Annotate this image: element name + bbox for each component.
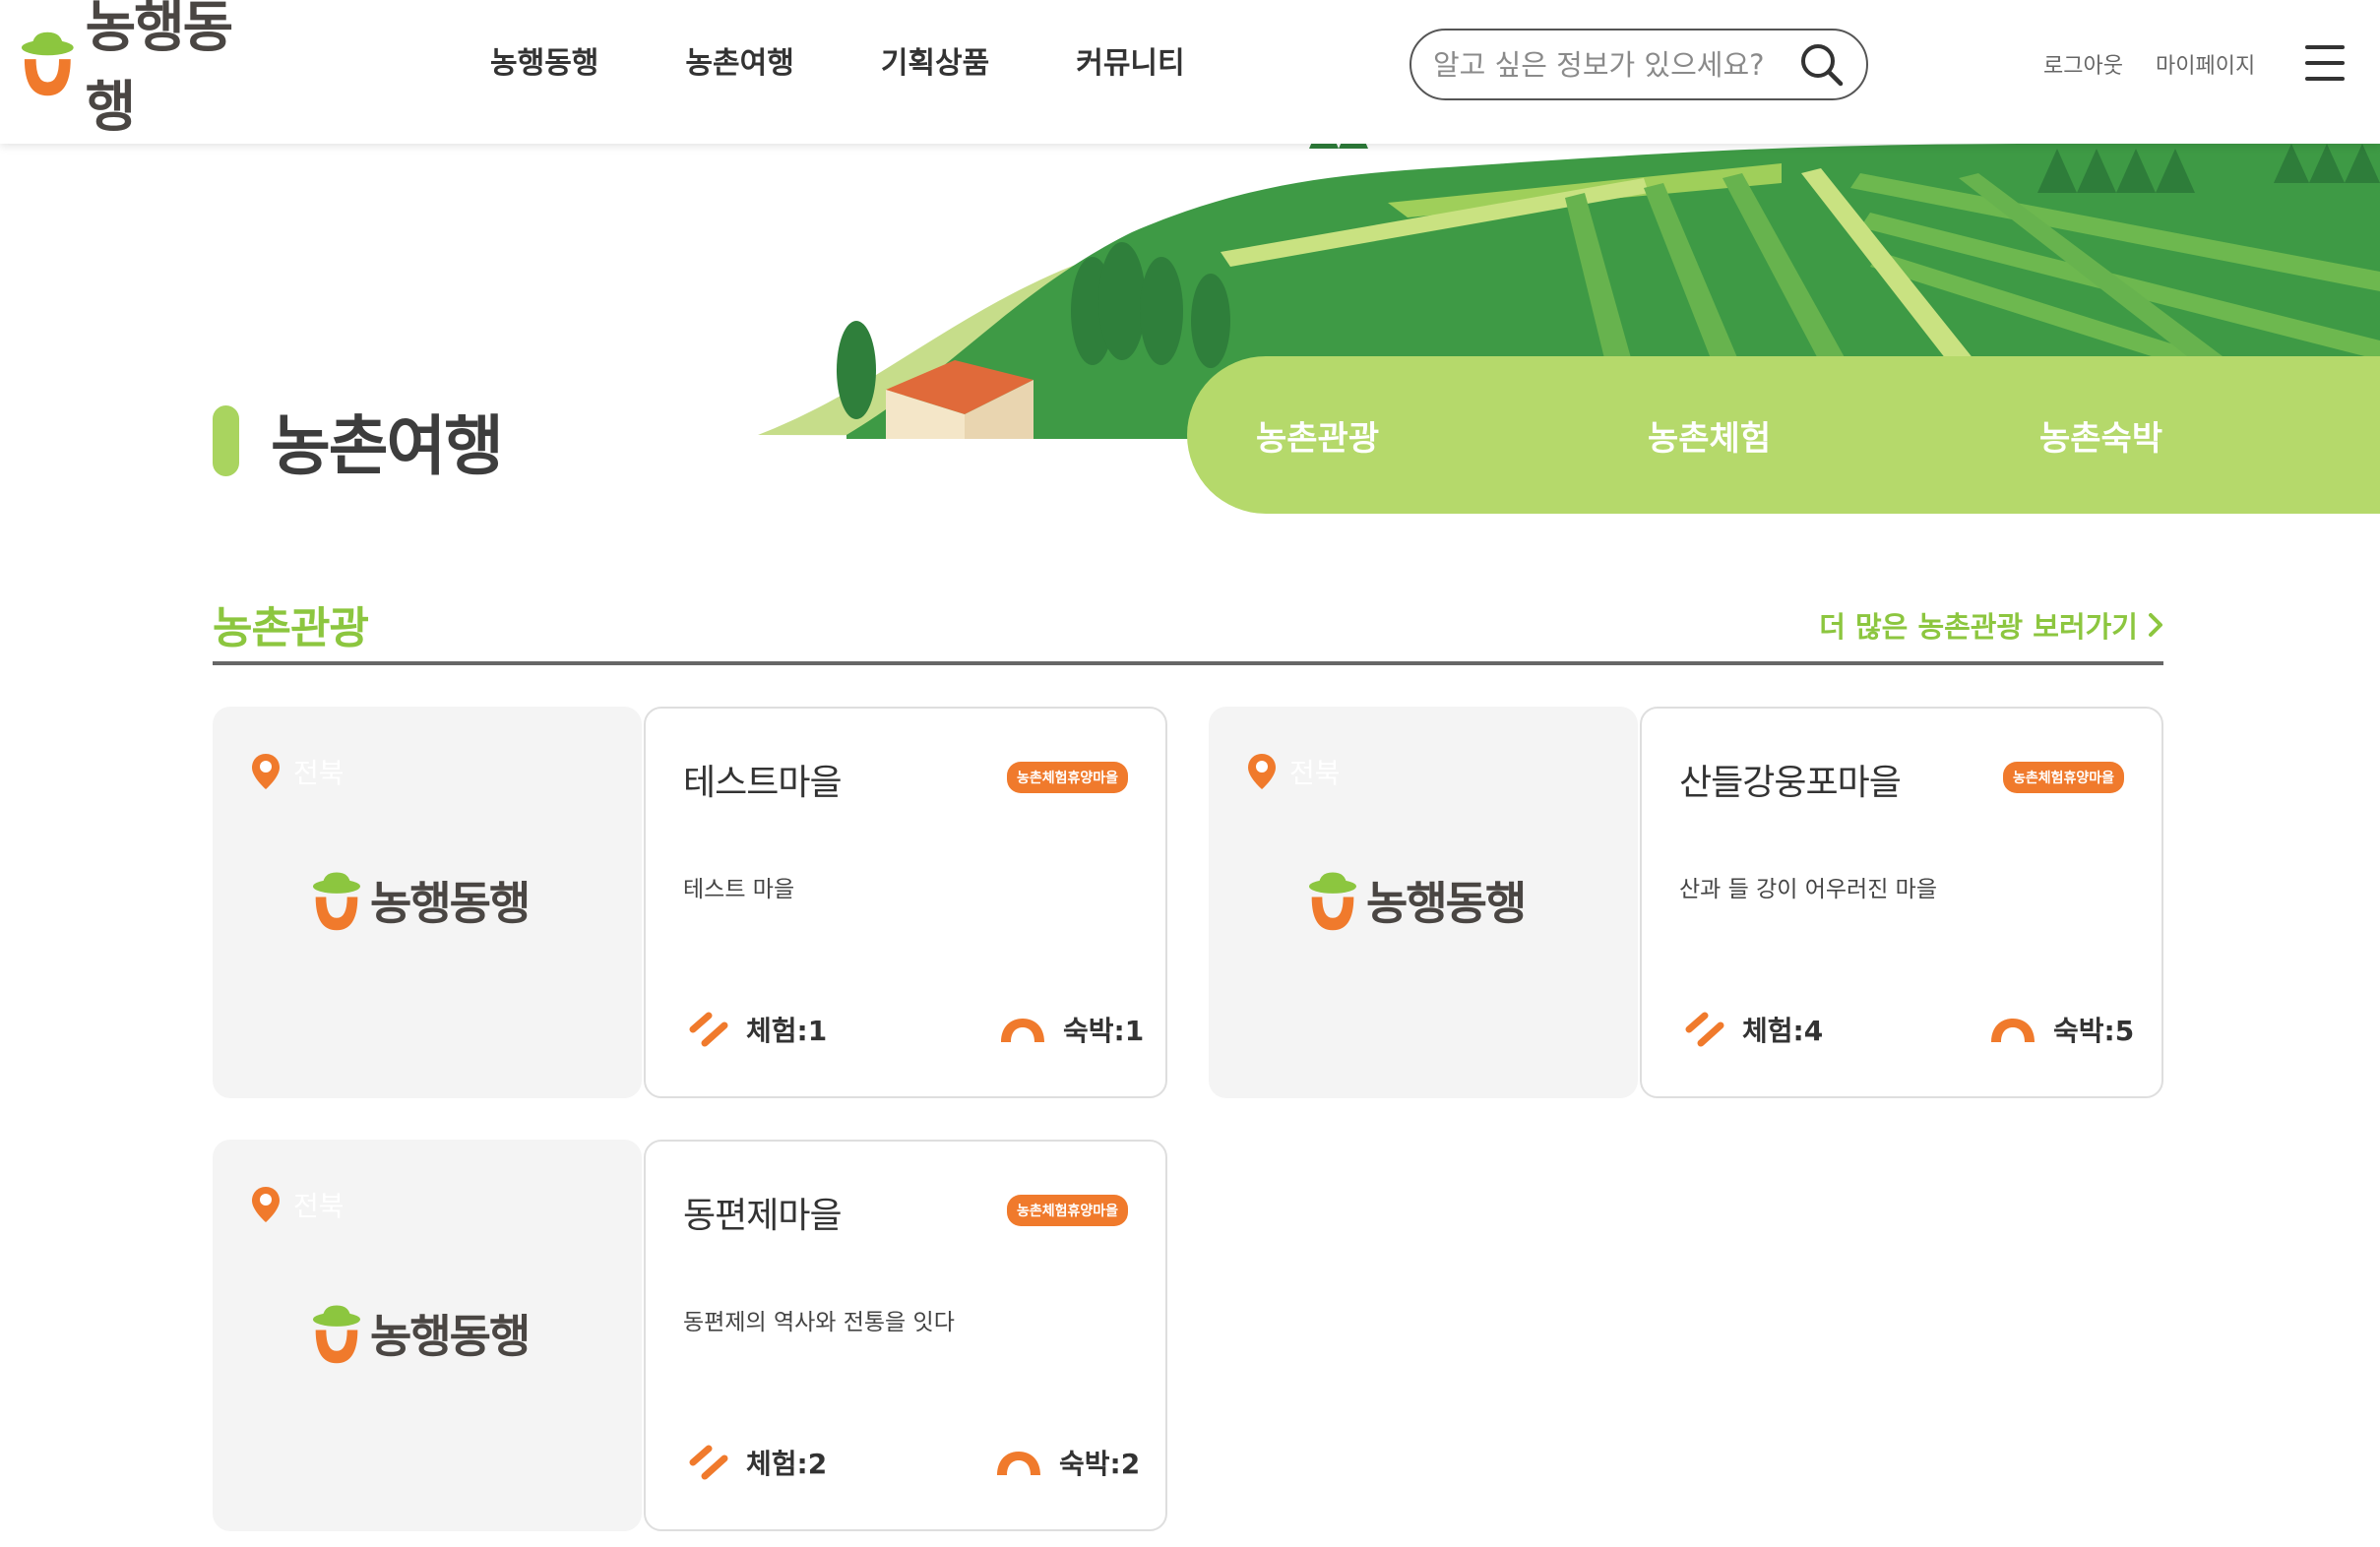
card-placeholder-logo: 농행동행: [311, 868, 531, 933]
village-type-badge: 농촌체험휴양마을: [1006, 762, 1128, 793]
village-name: 테스트마을: [683, 763, 843, 803]
village-card[interactable]: 전북 농행동행 동편제마을 농촌체험휴양마을 동편제의 역사와 전통을 잇다 체…: [213, 1140, 1209, 1531]
experience-count: 체험:4: [1683, 1010, 1823, 1049]
section-divider: [213, 661, 2163, 665]
nav-item-special-products[interactable]: 기획상품: [881, 39, 989, 89]
site-logo[interactable]: 농행동행: [20, 0, 276, 140]
card-info: 동편제마을 농촌체험휴양마을 동편제의 역사와 전통을 잇다 체험:2 숙박:2: [644, 1140, 1167, 1531]
hamburger-menu-icon[interactable]: [2305, 45, 2345, 81]
logo-mark-icon: [1309, 872, 1356, 931]
experience-icon: [689, 1012, 728, 1047]
page-title-block: 농촌여행: [213, 394, 504, 488]
logo-mark-icon: [313, 1305, 360, 1364]
village-type-badge: 농촌체험휴양마을: [1006, 1195, 1128, 1226]
logo-text: 농행동행: [85, 0, 234, 140]
card-placeholder-logo: 농행동행: [311, 1301, 531, 1366]
region-label: 전북: [293, 757, 344, 789]
card-region: 전북: [250, 1185, 344, 1224]
card-placeholder-logo: 농행동행: [1307, 868, 1527, 933]
village-description: 테스트 마을: [683, 877, 795, 902]
logo-mark-icon: [313, 872, 360, 931]
title-accent-bar: [213, 405, 239, 476]
experience-count: 체험:1: [687, 1010, 827, 1049]
search-icon[interactable]: [1799, 42, 1845, 88]
more-tourism-link[interactable]: 더 많은 농촌관광 보러가기: [1819, 604, 2163, 646]
logo-text: 농행동행: [1366, 877, 1527, 930]
village-card[interactable]: 전북 농행동행 테스트마을 농촌체험휴양마을 테스트 마을 체험:1 숙박:1: [213, 707, 1209, 1098]
card-image: 전북 농행동행: [213, 707, 642, 1098]
card-region: 전북: [250, 752, 344, 791]
mypage-link[interactable]: 마이페이지: [2156, 48, 2255, 80]
village-type-badge: 농촌체험휴양마을: [2002, 762, 2124, 793]
nav-item-farm-companion[interactable]: 농행동행: [490, 39, 598, 89]
experience-label: 체험:4: [1742, 1015, 1824, 1047]
logo-text: 농행동행: [370, 1310, 531, 1363]
tab-rural-tourism[interactable]: 농촌관광: [1256, 411, 1379, 460]
village-description: 동편제의 역사와 전통을 잇다: [683, 1310, 955, 1335]
card-image: 전북 농행동행: [1209, 707, 1638, 1098]
card-info: 테스트마을 농촌체험휴양마을 테스트 마을 체험:1 숙박:1: [644, 707, 1167, 1098]
main-nav: 농행동행 농촌여행 기획상품 커뮤니티: [490, 39, 1272, 89]
logo-text: 농행동행: [370, 877, 531, 930]
stay-count: 숙박:1: [998, 1010, 1144, 1049]
location-pin-icon: [252, 754, 280, 789]
stay-icon: [997, 1452, 1040, 1475]
experience-count: 체험:2: [687, 1443, 827, 1482]
card-info: 산들강웅포마을 농촌체험휴양마을 산과 들 강이 어우러진 마을 체험:4 숙박…: [1640, 707, 2163, 1098]
experience-icon: [689, 1445, 728, 1480]
experience-icon: [1685, 1012, 1724, 1047]
experience-label: 체험:2: [746, 1448, 828, 1480]
logo-mark-icon: [21, 31, 74, 96]
village-name: 산들강웅포마을: [1679, 763, 1902, 803]
search-box: [1409, 29, 1868, 100]
page-title: 농촌여행: [271, 408, 504, 484]
card-region: 전북: [1246, 752, 1341, 791]
chevron-right-icon: [2149, 613, 2162, 637]
stay-label: 숙박:2: [1059, 1448, 1141, 1480]
category-tabs: 농촌관광 농촌체험 농촌숙박: [1187, 356, 2380, 514]
region-label: 전북: [1289, 757, 1341, 789]
more-link-label: 더 많은 농촌관광 보러가기: [1819, 610, 2138, 644]
tab-rural-experience[interactable]: 농촌체험: [1648, 411, 1771, 460]
experience-label: 체험:1: [746, 1015, 828, 1047]
stay-label: 숙박:5: [2053, 1015, 2135, 1047]
search-input[interactable]: [1433, 47, 1797, 82]
section-title: 농촌관광: [213, 603, 369, 653]
village-card[interactable]: 전북 농행동행 산들강웅포마을 농촌체험휴양마을 산과 들 강이 어우러진 마을…: [1209, 707, 2205, 1098]
region-label: 전북: [293, 1190, 344, 1222]
nav-item-rural-travel[interactable]: 농촌여행: [685, 39, 793, 89]
stay-icon: [1991, 1019, 2035, 1042]
stay-label: 숙박:1: [1063, 1015, 1145, 1047]
card-image: 전북 농행동행: [213, 1140, 642, 1531]
location-pin-icon: [1248, 754, 1276, 789]
stay-icon: [1001, 1019, 1044, 1042]
stay-count: 숙박:2: [994, 1443, 1140, 1482]
site-header: 농행동행 농행동행 농촌여행 기획상품 커뮤니티 로그아웃 마이페이지: [0, 0, 2380, 144]
logout-link[interactable]: 로그아웃: [2043, 48, 2123, 80]
stay-count: 숙박:5: [1988, 1010, 2134, 1049]
village-name: 동편제마을: [683, 1196, 843, 1236]
nav-item-community[interactable]: 커뮤니티: [1076, 39, 1184, 89]
tab-rural-stay[interactable]: 농촌숙박: [2039, 411, 2162, 460]
village-description: 산과 들 강이 어우러진 마을: [1679, 877, 1938, 902]
location-pin-icon: [252, 1187, 280, 1222]
